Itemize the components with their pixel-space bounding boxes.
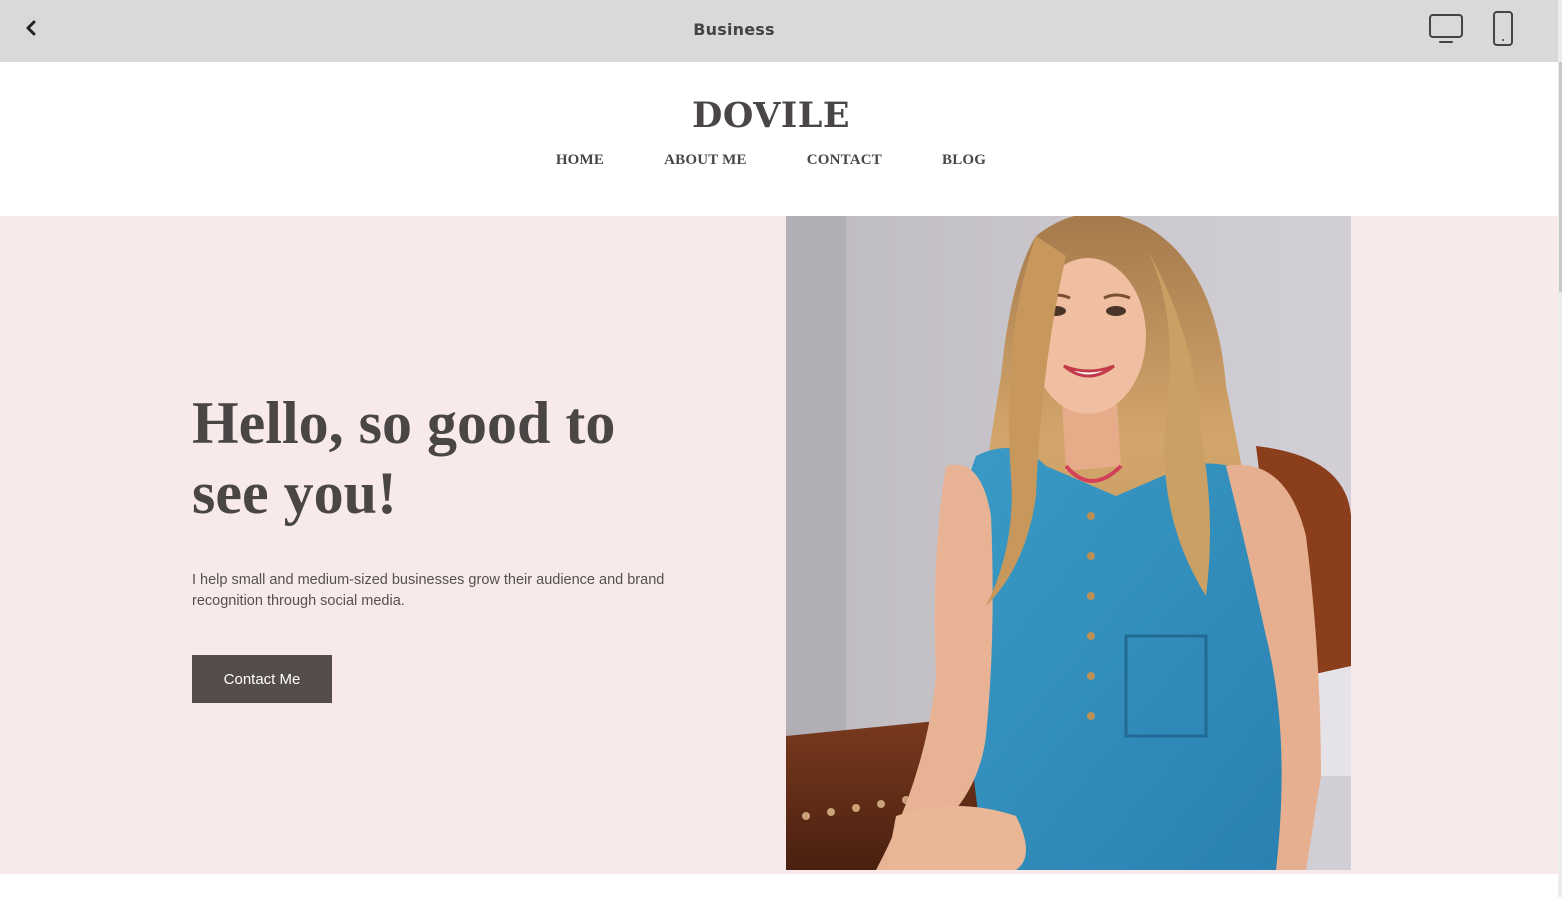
contact-me-button[interactable]: Contact Me [192, 655, 332, 703]
portrait-photo [786, 216, 1351, 870]
toolbar-title: Business [693, 20, 775, 39]
mobile-view-button[interactable] [1489, 10, 1517, 48]
nav-blog[interactable]: BLOG [942, 152, 986, 169]
page-below-hero [0, 874, 1558, 897]
hero-section: Hello, so good to see you! I help small … [0, 216, 1558, 874]
preview-toolbar: Business [0, 0, 1558, 62]
site-header: DOVILE HOME ABOUT ME CONTACT BLOG [0, 62, 1558, 216]
hero-description: I help small and medium-sized businesses… [192, 572, 665, 609]
hero-heading: Hello, so good to see you! [192, 390, 616, 526]
nav-home[interactable]: HOME [556, 152, 604, 169]
site-logo[interactable]: DOVILE [0, 98, 1542, 133]
main-nav: HOME ABOUT ME CONTACT BLOG [0, 152, 1542, 169]
portrait-illustration [786, 216, 1351, 870]
mobile-phone-icon [1493, 11, 1513, 46]
nav-contact[interactable]: CONTACT [807, 152, 882, 169]
desktop-view-button[interactable] [1427, 10, 1467, 46]
nav-about-me[interactable]: ABOUT ME [664, 152, 747, 169]
desktop-monitor-icon [1429, 14, 1463, 43]
